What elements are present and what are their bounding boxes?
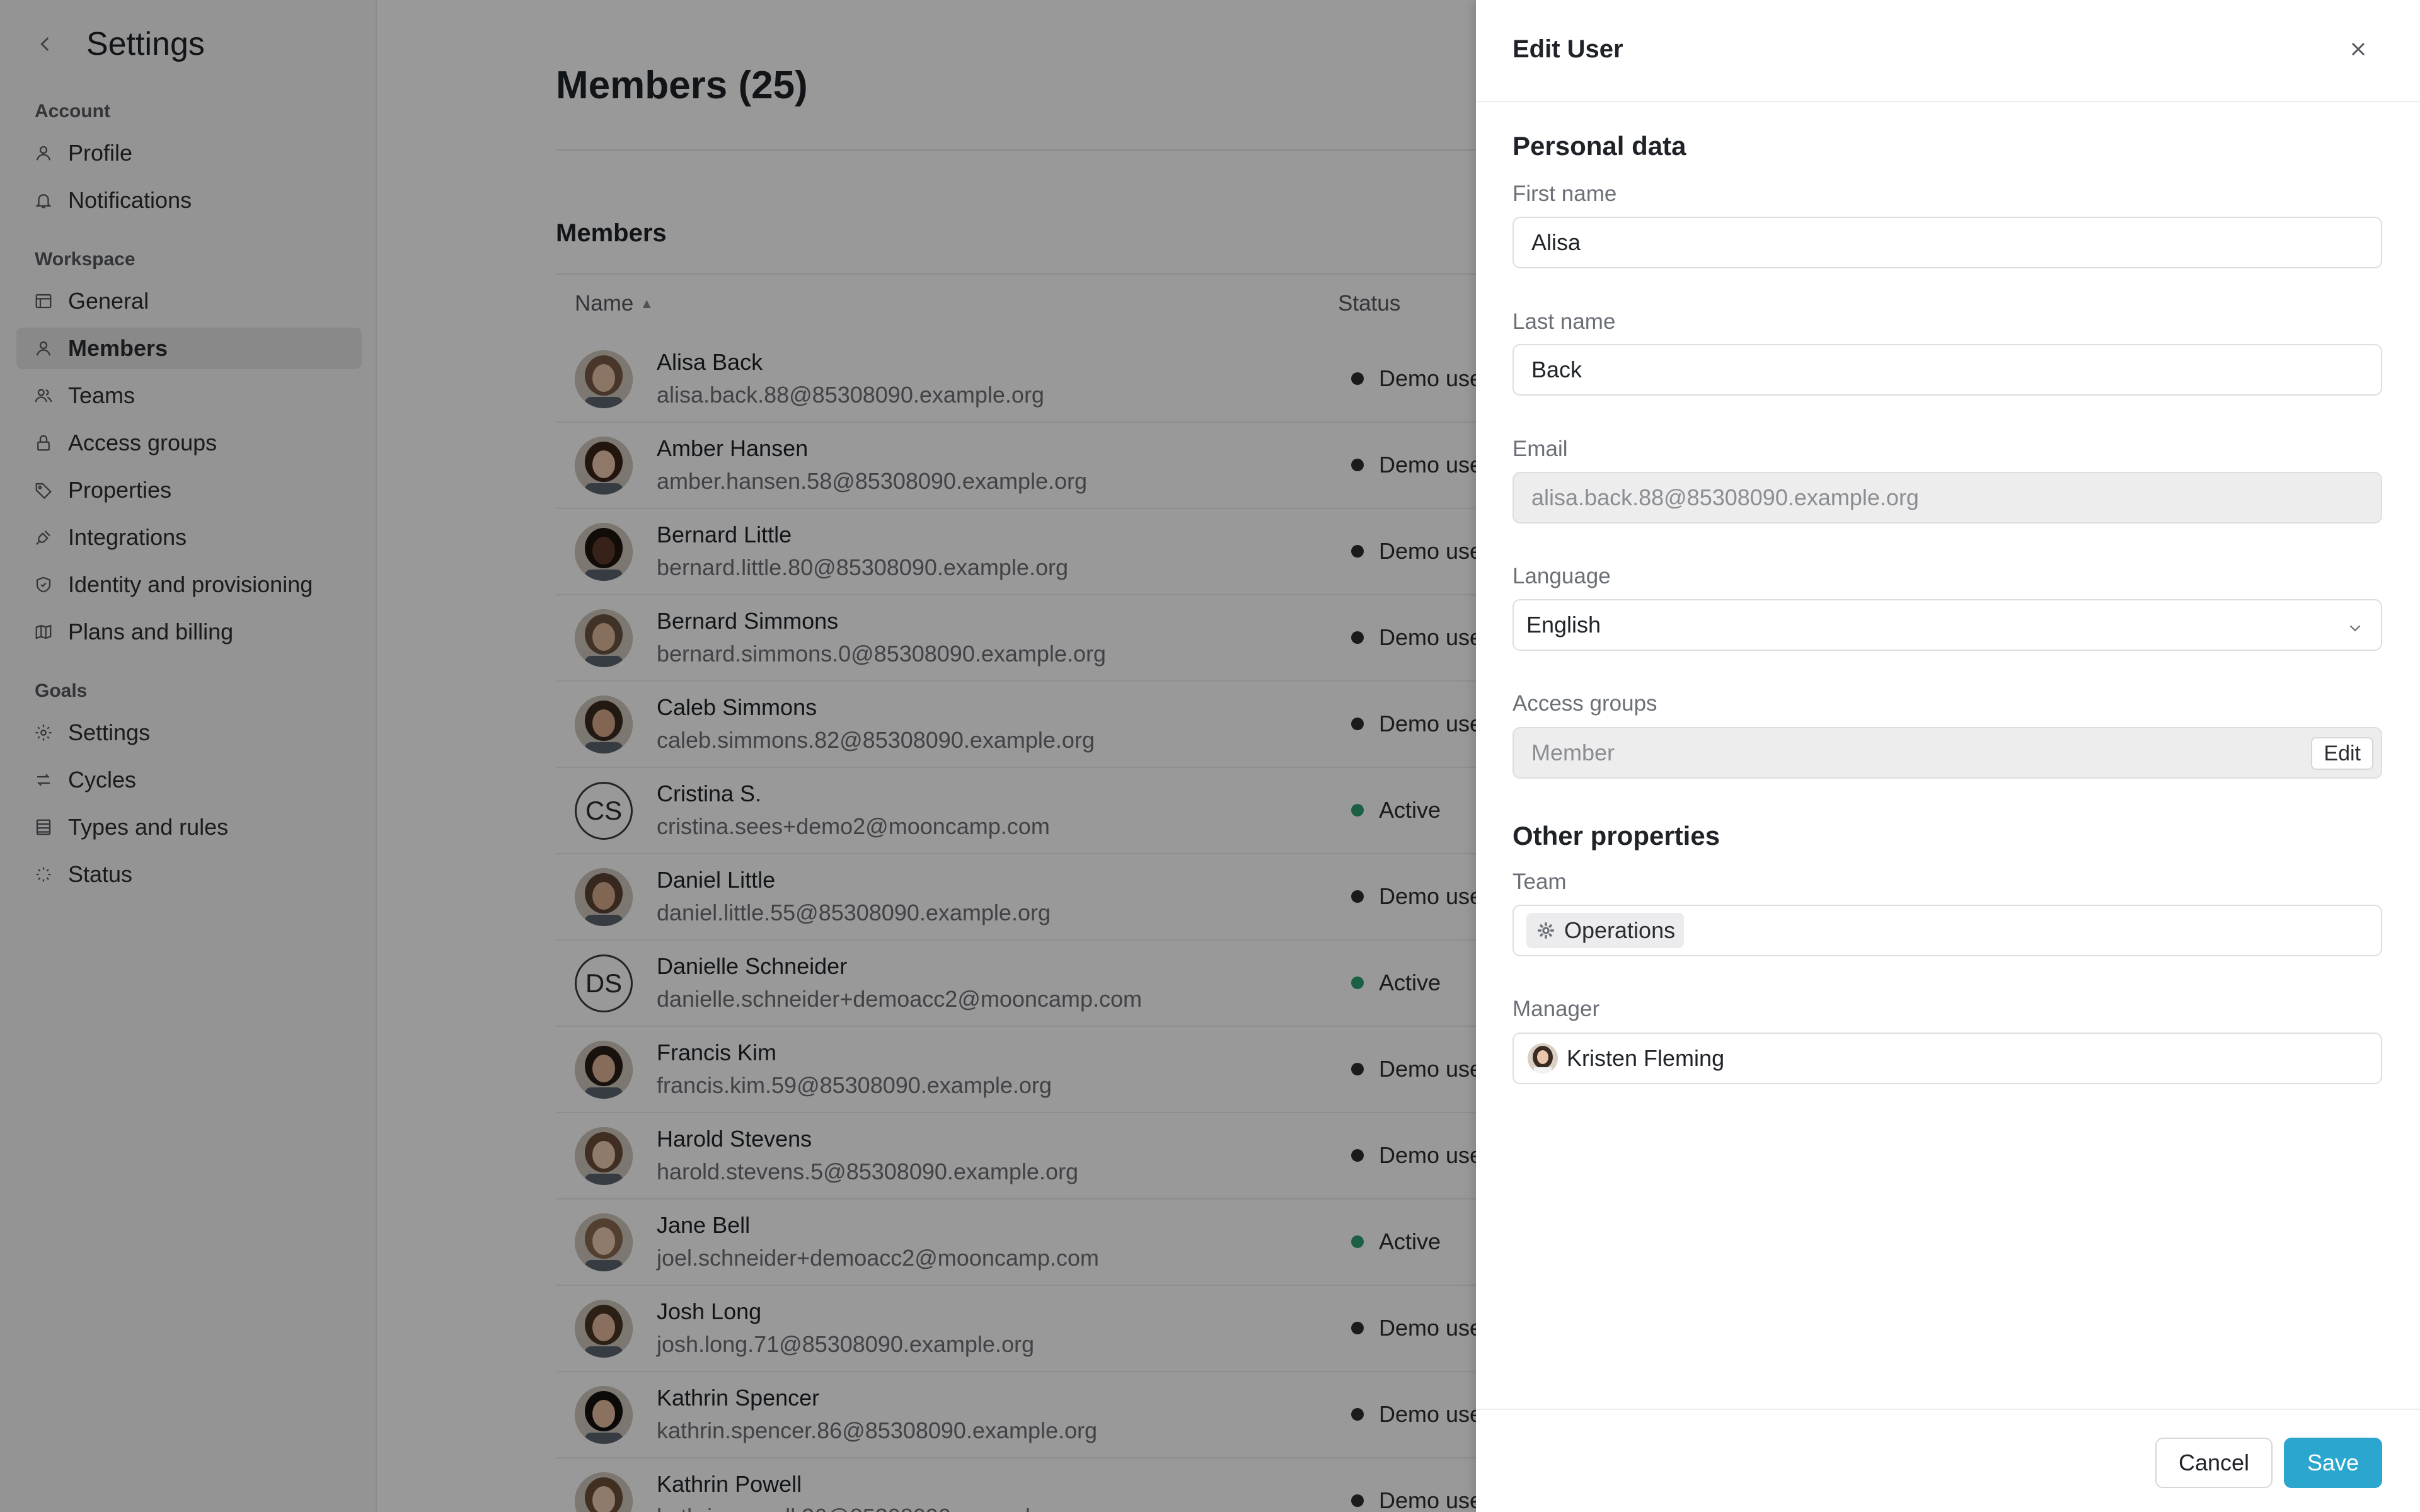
- avatar: [1528, 1043, 1558, 1074]
- team-field[interactable]: Operations: [1512, 905, 2382, 956]
- edit-user-drawer: Edit User Personal data First name Alisa…: [1476, 0, 2420, 1512]
- access-groups-label: Access groups: [1512, 691, 1657, 716]
- access-groups-value: Member: [1531, 740, 1615, 765]
- team-label: Team: [1512, 869, 1567, 894]
- close-icon[interactable]: [2341, 32, 2376, 67]
- email-label: Email: [1512, 437, 1568, 461]
- drawer-header: Edit User: [1476, 0, 2420, 102]
- drawer-title: Edit User: [1512, 35, 1623, 63]
- personal-data-title: Personal data: [1512, 131, 1686, 161]
- modal-overlay[interactable]: [0, 0, 1476, 1512]
- edit-access-groups-button[interactable]: Edit: [2311, 737, 2373, 770]
- first-name-field[interactable]: Alisa: [1512, 217, 2382, 268]
- first-name-label: First name: [1512, 181, 1617, 206]
- team-chip[interactable]: Operations: [1526, 913, 1685, 948]
- team-chip-label: Operations: [1564, 917, 1676, 943]
- manager-value: Kristen Fleming: [1567, 1045, 1725, 1071]
- email-field: alisa.back.88@85308090.example.org: [1512, 472, 2382, 524]
- language-label: Language: [1512, 564, 1611, 588]
- drawer-footer: Cancel Save: [1476, 1409, 2420, 1512]
- manager-field[interactable]: Kristen Fleming: [1512, 1033, 2382, 1084]
- save-button[interactable]: Save: [2284, 1438, 2382, 1488]
- chevron-down-icon: [2346, 617, 2365, 636]
- other-properties-title: Other properties: [1512, 821, 1720, 850]
- gear-icon: [1535, 920, 1557, 941]
- language-value: English: [1526, 612, 1601, 638]
- app-window: Settings Account Profile Notifications W…: [0, 0, 2420, 1512]
- manager-label: Manager: [1512, 997, 1600, 1021]
- language-select[interactable]: English: [1512, 599, 2382, 651]
- last-name-label: Last name: [1512, 309, 1616, 334]
- access-groups-field: Member Edit: [1512, 727, 2382, 779]
- cancel-button[interactable]: Cancel: [2155, 1438, 2273, 1488]
- last-name-field[interactable]: Back: [1512, 344, 2382, 396]
